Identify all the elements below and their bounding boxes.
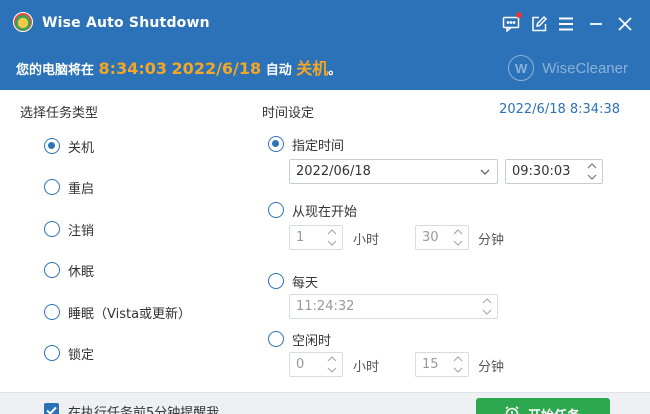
spin-buttons[interactable] [325,228,339,247]
feedback-icon[interactable] [502,12,522,33]
spin-buttons[interactable] [451,355,465,374]
banner-date: 2022/6/18 [171,59,262,78]
chevron-up-icon[interactable] [327,355,337,362]
radio-label: 从现在开始 [292,204,358,220]
radio-label: 锁定 [68,347,95,363]
date-value: 2022/06/18 [296,164,371,179]
chevron-down-icon[interactable] [453,367,463,374]
radio-from-now[interactable]: 从现在开始 [268,201,358,220]
chevron-up-icon[interactable] [587,162,597,169]
alarm-clock-icon [505,406,519,414]
reminder-checkbox[interactable] [44,403,59,414]
window-title: Wise Auto Shutdown [42,15,210,31]
start-task-button[interactable]: 开始任务 [476,398,610,414]
radio-button[interactable] [44,262,60,278]
task-type-heading: 选择任务类型 [20,106,99,121]
chevron-down-icon[interactable] [327,367,337,374]
radio-label: 休眠 [68,264,95,280]
idle-hours-unit: 小时 [353,360,380,375]
radio-label: 关机 [68,140,95,156]
minimize-icon[interactable] [587,15,605,33]
hours-unit: 小时 [353,233,380,248]
minutes-spinner[interactable]: 30 [415,225,469,250]
title-bar: Wise Auto Shutdown [0,0,650,46]
daily-time-spinner[interactable]: 11:24:32 [289,294,498,319]
idle-minutes-value: 15 [422,357,439,372]
radio-logoff[interactable]: 注销 [44,220,95,239]
spin-buttons[interactable] [585,162,599,181]
banner-suffix: 。 [328,63,342,78]
spin-buttons[interactable] [325,355,339,374]
radio-idle[interactable]: 空闲时 [268,330,332,349]
checkmark-icon [46,406,57,414]
radio-button[interactable] [44,304,60,320]
radio-daily[interactable]: 每天 [268,272,319,291]
hours-value: 1 [296,230,305,245]
radio-specified-time[interactable]: 指定时间 [268,135,345,154]
radio-sleep[interactable]: 睡眠（Vista或更新） [44,303,192,322]
time-value: 09:30:03 [512,164,571,179]
date-dropdown[interactable]: 2022/06/18 [289,159,498,184]
idle-hours-spinner[interactable]: 0 [289,352,343,377]
radio-button[interactable] [268,202,284,218]
idle-minutes-spinner[interactable]: 15 [415,352,469,377]
radio-button[interactable] [44,179,60,195]
notification-dot [516,12,522,18]
edit-icon[interactable] [530,15,548,33]
reminder-label: 在执行任务前5分钟提醒我。 [68,406,233,414]
start-button-label: 开始任务 [528,405,580,414]
current-datetime: 2022/6/18 8:34:38 [499,102,620,117]
idle-hours-value: 0 [296,357,305,372]
radio-button[interactable] [44,345,60,361]
daily-time-value: 11:24:32 [296,299,355,314]
time-spinner[interactable]: 09:30:03 [505,159,603,184]
minutes-unit: 分钟 [478,233,505,248]
radio-hibernate[interactable]: 休眠 [44,261,95,280]
menu-icon[interactable] [557,15,575,33]
spin-buttons[interactable] [480,297,494,316]
radio-button[interactable] [44,221,60,237]
spin-buttons[interactable] [451,228,465,247]
time-settings-heading: 时间设定 [262,106,315,121]
chevron-down-icon[interactable] [587,174,597,181]
hours-spinner[interactable]: 1 [289,225,343,250]
chevron-down-icon[interactable] [327,240,337,247]
radio-button[interactable] [268,136,284,152]
idle-minutes-unit: 分钟 [478,360,505,375]
minutes-value: 30 [422,230,439,245]
shutdown-status-text: 您的电脑将在 8:34:03 2022/6/18 自动 关机。 [16,55,341,79]
banner-action: 关机 [296,59,329,78]
radio-shutdown[interactable]: 关机 [44,137,95,156]
radio-button[interactable] [44,138,60,154]
chevron-up-icon[interactable] [453,355,463,362]
radio-label: 空闲时 [292,333,332,349]
banner-middle: 自动 [265,63,292,78]
chevron-up-icon[interactable] [327,228,337,235]
close-icon[interactable] [616,15,634,33]
app-logo-icon [13,12,33,32]
banner-prefix: 您的电脑将在 [16,63,95,78]
chevron-up-icon[interactable] [453,228,463,235]
radio-label: 注销 [68,223,95,239]
status-banner: 您的电脑将在 8:34:03 2022/6/18 自动 关机。 W WiseCl… [0,46,650,90]
brand-logo: W WiseCleaner [508,55,628,81]
radio-restart[interactable]: 重启 [44,178,95,197]
radio-label: 每天 [292,275,319,291]
brand-name: WiseCleaner [542,59,628,77]
radio-label: 重启 [68,181,95,197]
banner-time: 8:34:03 [98,59,168,78]
radio-button[interactable] [268,331,284,347]
chevron-down-icon[interactable] [482,309,492,316]
chevron-down-icon [480,169,490,175]
chevron-up-icon[interactable] [482,297,492,304]
wisecleaner-logo-icon: W [508,55,535,81]
radio-label: 指定时间 [292,138,345,154]
radio-lock[interactable]: 锁定 [44,344,95,363]
radio-label: 睡眠（Vista或更新） [68,306,192,322]
radio-button[interactable] [268,273,284,289]
chevron-down-icon[interactable] [453,240,463,247]
